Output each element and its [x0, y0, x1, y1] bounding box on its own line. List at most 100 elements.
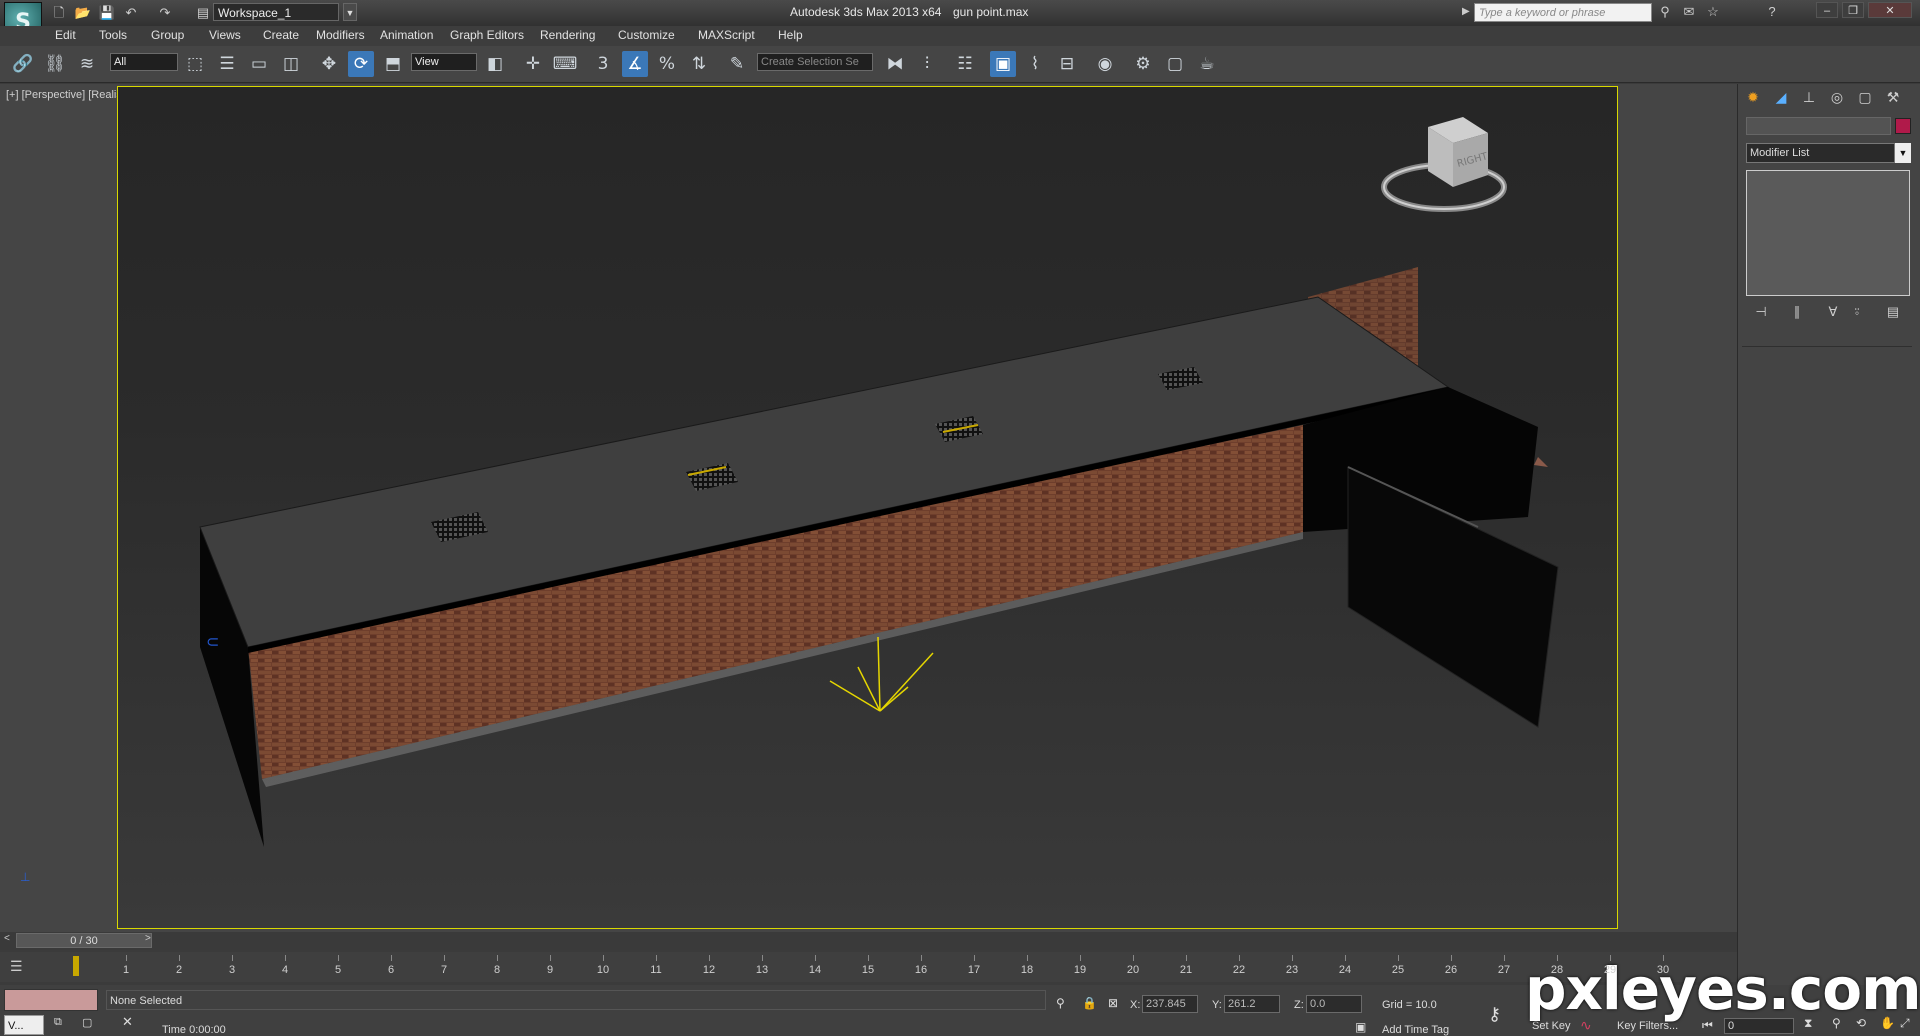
- create-tab-icon[interactable]: ✹: [1742, 87, 1764, 107]
- edit-named-selection-icon[interactable]: ✎: [724, 51, 750, 77]
- open-icon[interactable]: 📂: [74, 4, 92, 22]
- time-tag-icon[interactable]: ▣: [1355, 1020, 1366, 1034]
- select-and-move-icon[interactable]: ✥: [316, 51, 342, 77]
- maximize-small-icon[interactable]: ▢: [82, 1016, 92, 1029]
- percent-snap-icon[interactable]: %: [654, 51, 680, 77]
- schematic-view-icon[interactable]: ⊟: [1054, 51, 1080, 77]
- menu-views[interactable]: Views: [209, 28, 241, 42]
- modifier-list-dropdown-icon[interactable]: ▼: [1895, 143, 1911, 163]
- rendered-frame-window-icon[interactable]: ▢: [1162, 51, 1188, 77]
- object-color-swatch[interactable]: [1895, 118, 1911, 134]
- key-icon[interactable]: ⚷: [1488, 1004, 1501, 1025]
- pin-stack-icon[interactable]: ⊣: [1750, 303, 1772, 321]
- motion-tab-icon[interactable]: ◎: [1826, 87, 1848, 107]
- link-icon[interactable]: 🔗: [10, 51, 36, 77]
- close-small-icon[interactable]: ✕: [122, 1014, 133, 1030]
- next-frame-icon[interactable]: >: [145, 933, 151, 944]
- help-icon[interactable]: ?: [1763, 3, 1781, 21]
- render-production-icon[interactable]: ☕: [1194, 51, 1220, 77]
- timeline-tick-label: 5: [334, 964, 342, 976]
- menu-tools[interactable]: Tools: [99, 28, 127, 42]
- search-input[interactable]: Type a keyword or phrase: [1474, 3, 1652, 22]
- mini-curve-editor-icon[interactable]: ☰: [10, 958, 23, 975]
- select-and-rotate-icon[interactable]: ⟳: [348, 51, 374, 77]
- redo-icon[interactable]: ↷: [156, 4, 174, 22]
- absolute-mode-icon[interactable]: ⊠: [1108, 996, 1118, 1010]
- restore-small-icon[interactable]: ⧉: [54, 1016, 62, 1029]
- render-setup-icon[interactable]: ⚙: [1130, 51, 1156, 77]
- layer-manager-icon[interactable]: ☷: [952, 51, 978, 77]
- binoculars-icon[interactable]: ⚲: [1656, 3, 1674, 21]
- menu-customize[interactable]: Customize: [618, 28, 675, 42]
- rectangular-selection-icon[interactable]: ▭: [246, 51, 272, 77]
- angle-snap-icon[interactable]: ∡: [622, 51, 648, 77]
- time-slider-knob[interactable]: 0 / 30: [16, 933, 152, 948]
- communication-center-icon[interactable]: ✉: [1680, 3, 1698, 21]
- remove-modifier-icon[interactable]: ⍤: [1846, 303, 1868, 321]
- menu-rendering[interactable]: Rendering: [540, 28, 595, 42]
- named-selection-select[interactable]: Create Selection Se: [757, 53, 873, 71]
- menu-help[interactable]: Help: [778, 28, 803, 42]
- modifier-list-select[interactable]: Modifier List: [1746, 143, 1895, 163]
- pivot-center-icon[interactable]: ◧: [482, 51, 508, 77]
- mirror-icon[interactable]: ⧓: [882, 51, 908, 77]
- maxscript-listener-mini[interactable]: [4, 989, 98, 1011]
- make-unique-icon[interactable]: ∀: [1822, 303, 1844, 321]
- x-coordinate-field[interactable]: 237.845: [1142, 995, 1198, 1013]
- selection-filter-select[interactable]: All: [110, 53, 178, 71]
- configure-modifier-sets-icon[interactable]: ▤: [1882, 303, 1904, 321]
- current-frame-marker[interactable]: [73, 956, 79, 976]
- utilities-tab-icon[interactable]: ⚒: [1882, 87, 1904, 107]
- menu-create[interactable]: Create: [263, 28, 299, 42]
- timeline-tick-label: 19: [1073, 964, 1087, 976]
- graphite-ribbon-icon[interactable]: ▣: [990, 51, 1016, 77]
- select-object-icon[interactable]: ⬚: [182, 51, 208, 77]
- restore-button[interactable]: ❐: [1842, 2, 1864, 18]
- spinner-snap-icon[interactable]: ⇅: [686, 51, 712, 77]
- taskbar-window-button[interactable]: V...: [4, 1015, 44, 1035]
- workspace-select[interactable]: Workspace_1: [213, 3, 339, 21]
- selection-lock-icon[interactable]: 🔒: [1082, 996, 1097, 1010]
- menu-group[interactable]: Group: [151, 28, 184, 42]
- workspace-dropdown-icon[interactable]: ▼: [343, 3, 357, 21]
- show-end-result-icon[interactable]: ∥: [1786, 303, 1808, 321]
- y-coordinate-field[interactable]: 261.2: [1224, 995, 1280, 1013]
- time-slider[interactable]: [0, 932, 1737, 950]
- close-button[interactable]: ✕: [1868, 2, 1912, 18]
- unlink-icon[interactable]: ⛓: [42, 51, 68, 77]
- keyboard-shortcut-override-icon[interactable]: ⌨: [552, 51, 578, 77]
- reference-coordinate-select[interactable]: View: [411, 53, 477, 71]
- new-icon[interactable]: 🗋: [50, 4, 68, 22]
- prev-frame-icon[interactable]: <: [4, 933, 10, 944]
- save-icon[interactable]: 💾: [98, 4, 116, 22]
- object-name-field[interactable]: [1746, 117, 1891, 135]
- menu-edit[interactable]: Edit: [55, 28, 76, 42]
- select-and-scale-icon[interactable]: ⬒: [380, 51, 406, 77]
- modifier-stack[interactable]: [1746, 170, 1910, 296]
- minimize-button[interactable]: –: [1816, 2, 1838, 18]
- select-manipulate-icon[interactable]: ✛: [520, 51, 546, 77]
- favorites-star-icon[interactable]: ☆: [1704, 3, 1722, 21]
- z-coordinate-field[interactable]: 0.0: [1306, 995, 1362, 1013]
- project-folder-icon[interactable]: ▤: [194, 4, 212, 22]
- snaps-toggle-icon[interactable]: 3: [590, 51, 616, 77]
- add-time-tag[interactable]: Add Time Tag: [1382, 1024, 1449, 1036]
- hierarchy-tab-icon[interactable]: ⊥: [1798, 87, 1820, 107]
- viewcube[interactable]: RIGHT: [1381, 117, 1507, 212]
- modify-tab-icon[interactable]: ◢: [1770, 87, 1792, 107]
- select-by-name-icon[interactable]: ☰: [214, 51, 240, 77]
- display-tab-icon[interactable]: ▢: [1854, 87, 1876, 107]
- search-expand-icon[interactable]: ▶: [1462, 6, 1470, 17]
- window-crossing-icon[interactable]: ◫: [278, 51, 304, 77]
- menu-maxscript[interactable]: MAXScript: [698, 28, 755, 42]
- isolate-selection-icon[interactable]: ⚲: [1056, 996, 1065, 1010]
- perspective-viewport[interactable]: ⊂ RIGHT: [117, 86, 1618, 929]
- menu-modifiers[interactable]: Modifiers: [316, 28, 365, 42]
- align-icon[interactable]: ⫶: [914, 51, 940, 77]
- menu-graph-editors[interactable]: Graph Editors: [450, 28, 524, 42]
- menu-animation[interactable]: Animation: [380, 28, 433, 42]
- material-editor-icon[interactable]: ◉: [1092, 51, 1118, 77]
- curve-editor-icon[interactable]: ⌇: [1022, 51, 1048, 77]
- bind-spacewarp-icon[interactable]: ≋: [74, 51, 100, 77]
- undo-icon[interactable]: ↶: [122, 4, 140, 22]
